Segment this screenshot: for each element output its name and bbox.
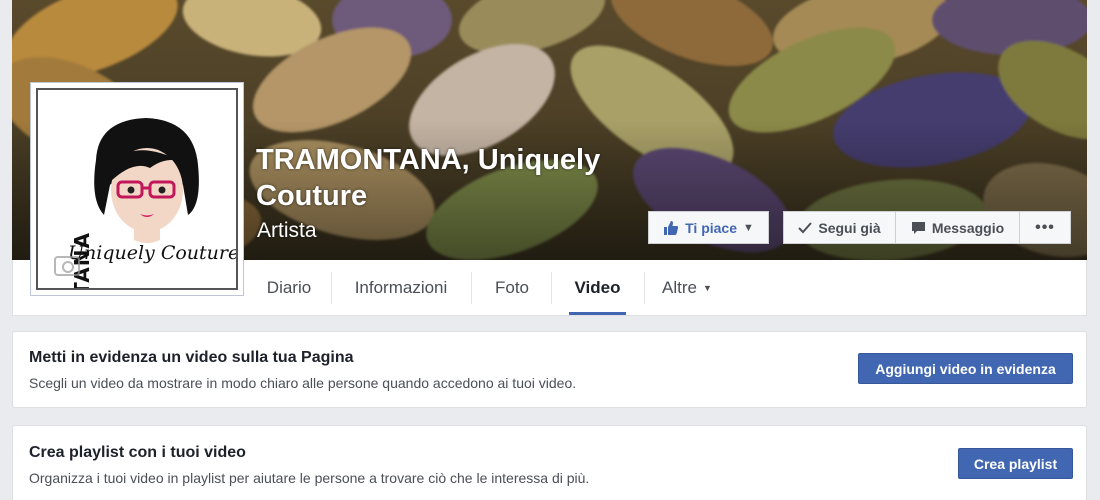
tab-diario[interactable]: Diario bbox=[249, 260, 329, 315]
caret-down-icon: ▼ bbox=[703, 282, 712, 293]
tab-divider bbox=[644, 272, 645, 304]
like-label: Ti piace bbox=[685, 219, 737, 236]
card-title: Metti in evidenza un video sulla tua Pag… bbox=[29, 349, 354, 366]
tab-label: Informazioni bbox=[354, 277, 448, 297]
tab-label: Diario bbox=[266, 277, 312, 297]
more-button[interactable]: ••• bbox=[1020, 211, 1071, 244]
tab-foto[interactable]: Foto bbox=[477, 260, 547, 315]
tab-divider bbox=[331, 272, 332, 304]
message-label: Messaggio bbox=[931, 219, 1005, 236]
card-description: Scegli un video da mostrare in modo chia… bbox=[29, 375, 577, 391]
tab-altre[interactable]: Altre ▼ bbox=[653, 260, 721, 315]
message-button[interactable]: Messaggio bbox=[896, 211, 1020, 244]
page-category[interactable]: Artista bbox=[257, 219, 317, 243]
thumbs-up-icon bbox=[664, 220, 679, 235]
more-dots-icon: ••• bbox=[1035, 218, 1055, 236]
card-description: Organizza i tuoi video in playlist per a… bbox=[29, 470, 590, 486]
logo-script-text: Uniquely Couture bbox=[68, 242, 238, 264]
tab-label: Altre bbox=[662, 277, 698, 297]
checkmark-icon bbox=[798, 221, 813, 233]
tab-divider bbox=[551, 272, 552, 304]
caret-down-icon: ▼ bbox=[743, 221, 754, 234]
create-playlist-button[interactable]: Crea playlist bbox=[958, 448, 1073, 479]
tab-video[interactable]: Video bbox=[569, 260, 626, 315]
follow-label: Segui già bbox=[818, 219, 881, 236]
profile-logo: TRAMONTANA Uniquely Couture bbox=[36, 88, 238, 290]
follow-button[interactable]: Segui già bbox=[783, 211, 896, 244]
tab-informazioni[interactable]: Informazioni bbox=[337, 260, 465, 315]
like-button[interactable]: Ti piace ▼ bbox=[648, 211, 769, 244]
card-title: Crea playlist con i tuoi video bbox=[29, 444, 246, 461]
tab-label: Video bbox=[574, 277, 621, 297]
speech-bubble-icon bbox=[911, 221, 925, 234]
camera-icon[interactable] bbox=[54, 256, 80, 276]
playlist-card: Crea playlist con i tuoi video Organizza… bbox=[12, 425, 1087, 500]
featured-video-card: Metti in evidenza un video sulla tua Pag… bbox=[12, 331, 1087, 408]
tab-divider bbox=[471, 272, 472, 304]
profile-picture[interactable]: TRAMONTANA Uniquely Couture bbox=[30, 82, 244, 296]
page-title: TRAMONTANA, Uniquely Couture bbox=[256, 144, 601, 212]
tab-label: Foto bbox=[494, 277, 530, 297]
add-featured-video-button[interactable]: Aggiungi video in evidenza bbox=[858, 353, 1073, 384]
